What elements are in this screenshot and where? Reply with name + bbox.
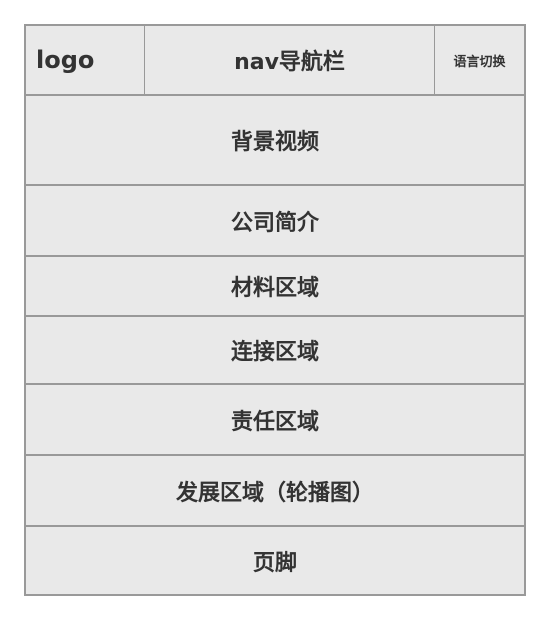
development-carousel-section: 发展区域（轮播图）	[26, 454, 524, 525]
connection-section: 连接区域	[26, 315, 524, 383]
footer-section: 页脚	[26, 525, 524, 594]
header-row: logo nav导航栏 语言切换	[26, 26, 524, 94]
background-video-section: 背景视频	[26, 94, 524, 184]
materials-section: 材料区域	[26, 255, 524, 315]
page-layout-wireframe: logo nav导航栏 语言切换 背景视频 公司简介 材料区域 连接区域 责任区…	[24, 24, 526, 596]
logo-block: logo	[26, 26, 145, 94]
nav-block: nav导航栏	[145, 26, 435, 94]
language-switch-block: 语言切换	[453, 54, 506, 70]
company-intro-section: 公司简介	[26, 184, 524, 255]
responsibility-section: 责任区域	[26, 383, 524, 454]
